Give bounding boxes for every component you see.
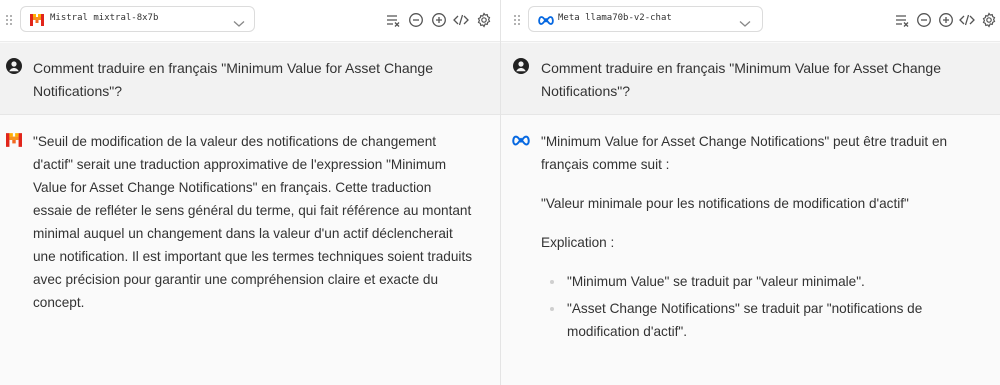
meta-logo-icon bbox=[512, 133, 530, 147]
minus-circle-icon[interactable] bbox=[408, 12, 424, 28]
user-message: Comment traduire en français "Minimum Va… bbox=[541, 60, 941, 99]
model-select[interactable]: Mistral mixtral-8x7b bbox=[20, 6, 255, 32]
list-item: "Asset Change Notifications" se traduit … bbox=[541, 297, 981, 343]
user-message-row: Comment traduire en français "Minimum Va… bbox=[501, 43, 1000, 115]
assistant-message: "Minimum Value for Asset Change Notifica… bbox=[541, 130, 981, 347]
right-chat-pane: Meta llama70b-v2-chat Comment traduire e… bbox=[501, 0, 1000, 385]
clear-list-icon[interactable] bbox=[894, 12, 910, 28]
user-icon bbox=[6, 58, 22, 74]
plus-circle-icon[interactable] bbox=[938, 12, 954, 28]
user-message-row: Comment traduire en français "Minimum Va… bbox=[0, 43, 500, 115]
assistant-quote: "Valeur minimale pour les notifications … bbox=[541, 196, 909, 211]
right-toolbar: Meta llama70b-v2-chat bbox=[501, 0, 1000, 42]
assistant-bullet-list: "Minimum Value" se traduit par "valeur m… bbox=[541, 270, 981, 343]
gear-icon[interactable] bbox=[476, 12, 492, 28]
pane-actions bbox=[385, 12, 495, 28]
code-icon[interactable] bbox=[959, 12, 975, 28]
drag-handle-icon[interactable] bbox=[5, 13, 13, 27]
minus-circle-icon[interactable] bbox=[916, 12, 932, 28]
code-icon[interactable] bbox=[453, 12, 469, 28]
assistant-explication: Explication : bbox=[541, 235, 615, 250]
plus-circle-icon[interactable] bbox=[431, 12, 447, 28]
chevron-down-icon[interactable] bbox=[233, 15, 245, 27]
model-name: Meta llama70b-v2-chat bbox=[558, 13, 672, 23]
clear-list-icon[interactable] bbox=[385, 12, 401, 28]
user-message: Comment traduire en français "Minimum Va… bbox=[33, 60, 433, 99]
assistant-message-row: "Seuil de modification de la valeur des … bbox=[0, 116, 500, 385]
assistant-message-row: "Minimum Value for Asset Change Notifica… bbox=[501, 116, 1000, 385]
mistral-logo-icon bbox=[30, 13, 44, 26]
assistant-message: "Seuil de modification de la valeur des … bbox=[33, 130, 473, 330]
gear-icon[interactable] bbox=[981, 12, 997, 28]
pane-actions bbox=[894, 12, 1000, 28]
list-item: "Minimum Value" se traduit par "valeur m… bbox=[541, 270, 981, 293]
mistral-logo-icon bbox=[6, 133, 22, 147]
model-select[interactable]: Meta llama70b-v2-chat bbox=[528, 6, 763, 32]
user-icon bbox=[513, 58, 529, 74]
model-name: Mistral mixtral-8x7b bbox=[50, 13, 159, 23]
assistant-paragraph: "Seuil de modification de la valeur des … bbox=[33, 134, 473, 310]
left-chat-pane: Mistral mixtral-8x7b Comment traduire en… bbox=[0, 0, 500, 385]
meta-logo-icon bbox=[538, 13, 554, 25]
chevron-down-icon[interactable] bbox=[739, 15, 751, 27]
drag-handle-icon[interactable] bbox=[513, 13, 521, 27]
left-toolbar: Mistral mixtral-8x7b bbox=[0, 0, 500, 42]
assistant-intro: "Minimum Value for Asset Change Notifica… bbox=[541, 134, 948, 172]
